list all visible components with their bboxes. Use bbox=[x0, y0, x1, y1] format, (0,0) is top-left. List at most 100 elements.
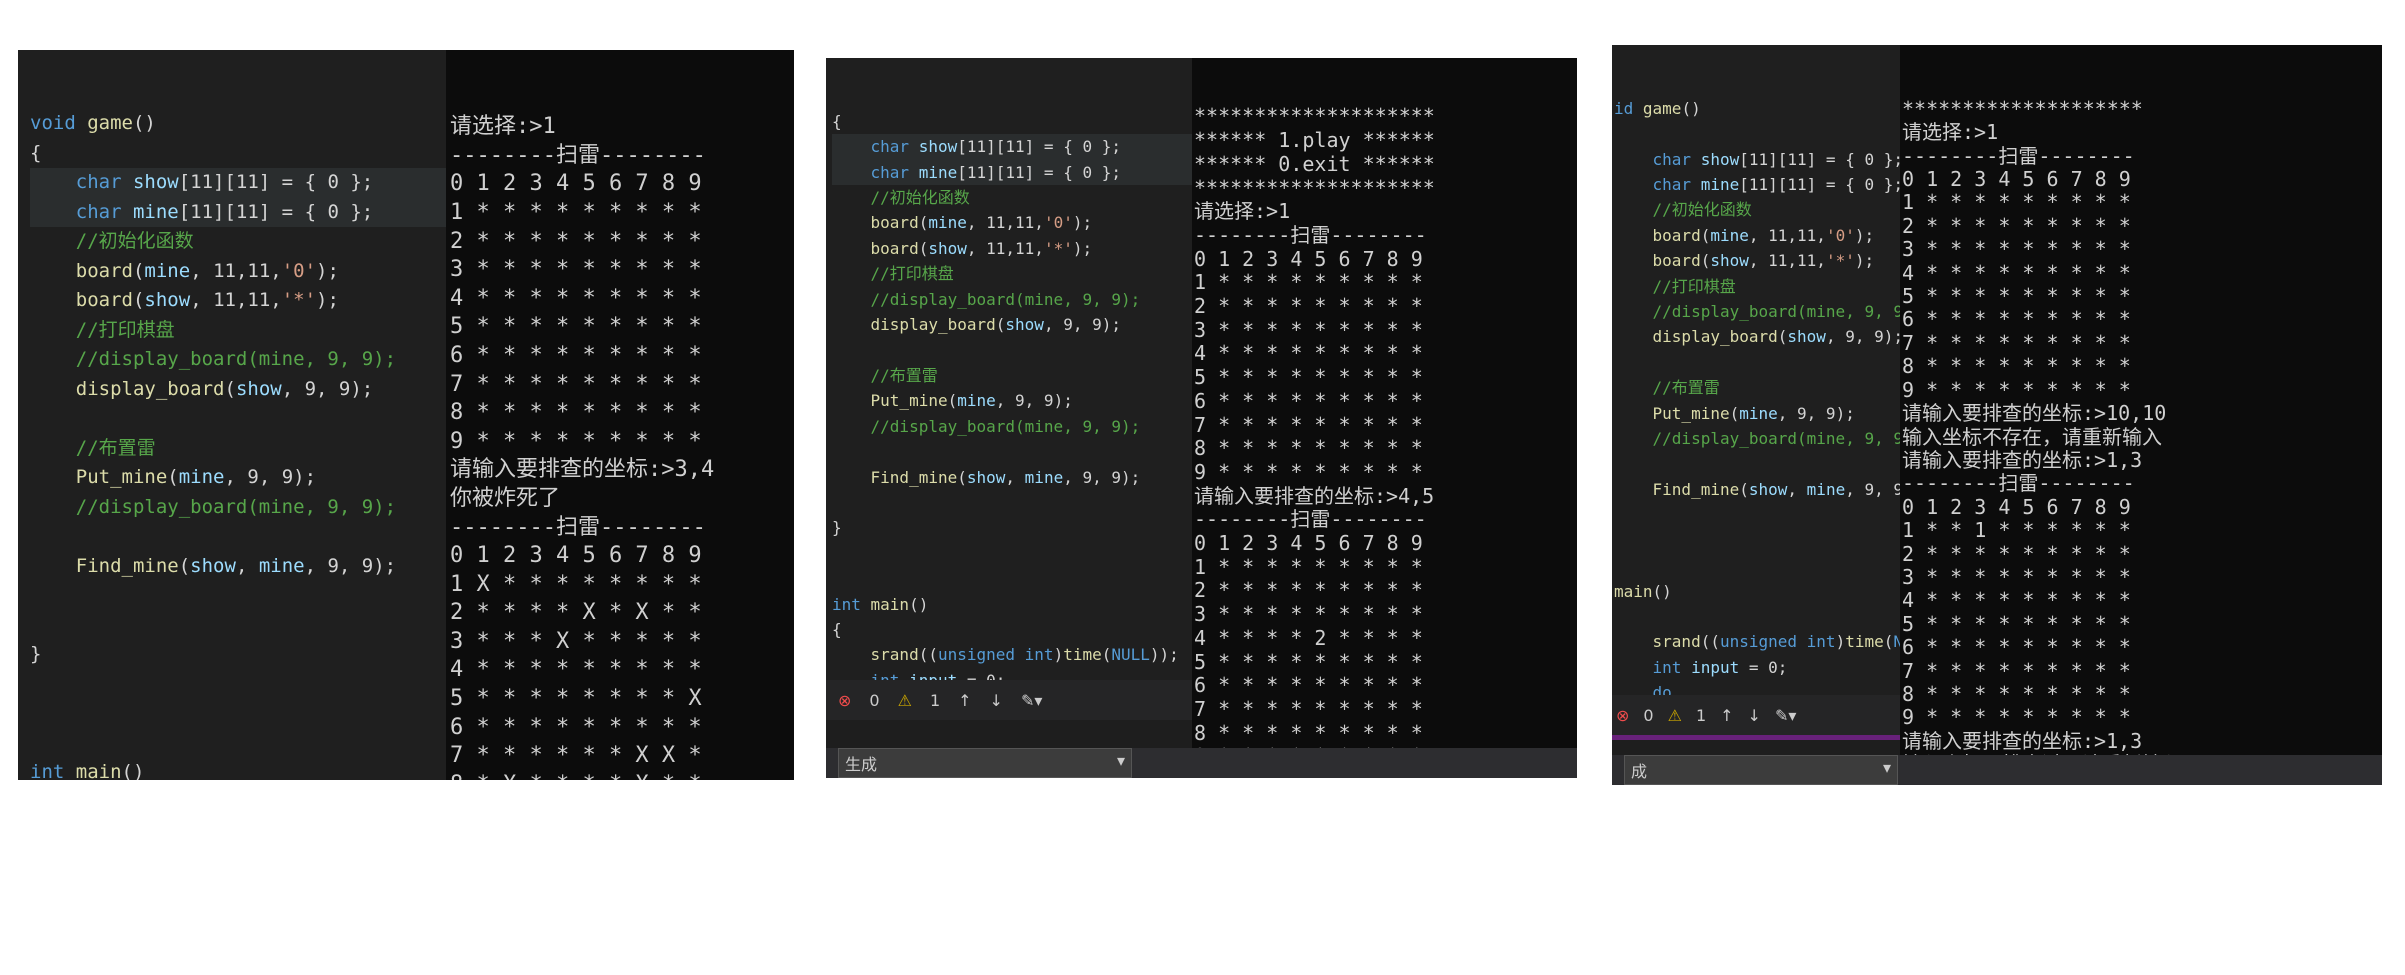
console-window-3[interactable]: ******************** 请选择:>1 --------扫雷----… bbox=[1900, 45, 2382, 755]
code-line[interactable]: do bbox=[1614, 680, 1900, 695]
output-source-select[interactable]: 成 ▾ bbox=[1624, 755, 1898, 785]
code-line[interactable]: //display_board(mine, 9, 9); bbox=[1614, 426, 1900, 451]
warning-icon[interactable]: ⚠ bbox=[1668, 706, 1682, 725]
code-line[interactable] bbox=[1614, 350, 1900, 375]
code-line[interactable]: //display_board(mine, 9, 9); bbox=[832, 414, 1192, 439]
code-line[interactable]: char show[11][11] = { 0 }; bbox=[1614, 147, 1900, 172]
code-line[interactable]: Find_mine(show, mine, 9, 9); bbox=[832, 465, 1192, 490]
code-line[interactable] bbox=[30, 581, 446, 611]
code-line[interactable]: char mine[11][11] = { 0 }; bbox=[30, 197, 446, 227]
code-line[interactable]: int input = 0; bbox=[832, 668, 1192, 680]
code-line[interactable]: int input = 0; bbox=[1614, 655, 1900, 680]
console-window-1[interactable]: 请选择:>1 --------扫雷-------- 0 1 2 3 4 5 6 7 … bbox=[446, 50, 794, 780]
code-line[interactable]: srand((unsigned int)time(NULL)); bbox=[832, 642, 1192, 667]
error-status-bar-2: ⊗ 0 ⚠ 1 ↑ ↓ ✎▾ bbox=[826, 680, 1192, 720]
code-line[interactable] bbox=[30, 699, 446, 729]
code-line[interactable] bbox=[1614, 528, 1900, 553]
code-line[interactable]: Put_mine(mine, 9, 9); bbox=[1614, 401, 1900, 426]
code-line[interactable]: board(show, 11,11,'*'); bbox=[30, 286, 446, 316]
code-line[interactable]: //初始化函数 bbox=[1614, 197, 1900, 222]
code-line[interactable]: board(show, 11,11,'*'); bbox=[832, 236, 1192, 261]
code-line[interactable]: display_board(show, 9, 9); bbox=[1614, 324, 1900, 349]
code-line[interactable]: //display_board(mine, 9, 9); bbox=[30, 345, 446, 375]
code-line[interactable]: //display_board(mine, 9, 9); bbox=[832, 287, 1192, 312]
code-line[interactable] bbox=[1614, 121, 1900, 146]
code-line[interactable]: { bbox=[30, 139, 446, 169]
code-line[interactable] bbox=[832, 439, 1192, 464]
code-editor-1[interactable]: void game(){ char show[11][11] = { 0 }; … bbox=[18, 50, 446, 780]
code-token: mine bbox=[258, 554, 305, 577]
code-line[interactable]: Find_mine(show, mine, 9, 9); bbox=[1614, 477, 1900, 502]
code-line[interactable]: char mine[11][11] = { 0 }; bbox=[832, 159, 1192, 186]
error-icon[interactable]: ⊗ bbox=[1616, 706, 1629, 725]
brush-icon[interactable]: ✎▾ bbox=[1775, 706, 1796, 725]
code-line[interactable]: Put_mine(mine, 9, 9); bbox=[832, 388, 1192, 413]
brush-icon[interactable]: ✎▾ bbox=[1021, 691, 1042, 710]
warning-icon[interactable]: ⚠ bbox=[898, 691, 912, 710]
code-line[interactable] bbox=[30, 729, 446, 759]
code-line[interactable]: display_board(show, 9, 9); bbox=[832, 312, 1192, 337]
code-editor-3[interactable]: id game() char show[11][11] = { 0 }; cha… bbox=[1612, 45, 1900, 695]
code-line[interactable]: //布置雷 bbox=[832, 363, 1192, 388]
code-line[interactable]: Find_mine(show, mine, 9, 9); bbox=[30, 552, 446, 582]
code-line[interactable]: void game() bbox=[30, 109, 446, 139]
code-line[interactable]: //打印棋盘 bbox=[30, 316, 446, 346]
code-line[interactable]: //布置雷 bbox=[30, 434, 446, 464]
code-token: display_board bbox=[75, 377, 225, 400]
console-window-2[interactable]: ******************** ****** 1.play ******… bbox=[1192, 58, 1577, 748]
console-line: 5 * * * * * * * * X bbox=[450, 686, 702, 712]
code-line[interactable] bbox=[1614, 553, 1900, 578]
arrow-down-icon[interactable]: ↓ bbox=[990, 691, 1003, 710]
code-line[interactable]: //display_board(mine, 9, 9); bbox=[30, 493, 446, 523]
console-line: 8 * * * * * * * * * bbox=[1194, 720, 1423, 745]
console-line: 8 * * * * * * * * * bbox=[1194, 436, 1423, 461]
code-token: int bbox=[30, 761, 76, 780]
console-line: 4 * * * * * * * * * bbox=[1902, 260, 2131, 285]
code-line[interactable]: //布置雷 bbox=[1614, 375, 1900, 400]
code-line[interactable]: board(show, 11,11,'*'); bbox=[1614, 248, 1900, 273]
code-line[interactable]: char show[11][11] = { 0 }; bbox=[30, 168, 446, 198]
code-line[interactable] bbox=[1614, 604, 1900, 629]
code-line[interactable]: char mine[11][11] = { 0 }; bbox=[1614, 172, 1900, 197]
code-line[interactable]: board(mine, 11,11,'0'); bbox=[30, 257, 446, 287]
error-icon[interactable]: ⊗ bbox=[838, 691, 851, 710]
code-token: //display_board(mine, 9, 9); bbox=[75, 348, 397, 370]
code-line[interactable]: int main() bbox=[832, 592, 1192, 617]
code-line[interactable]: main() bbox=[1614, 579, 1900, 604]
code-editor-2[interactable]: { char show[11][11] = { 0 }; char mine[1… bbox=[826, 58, 1192, 680]
code-line[interactable] bbox=[832, 337, 1192, 362]
code-line[interactable] bbox=[30, 522, 446, 552]
arrow-up-icon[interactable]: ↑ bbox=[958, 691, 971, 710]
code-line[interactable]: board(mine, 11,11,'0'); bbox=[1614, 223, 1900, 248]
code-line[interactable]: srand((unsigned int)time(NULL)) bbox=[1614, 629, 1900, 654]
code-line[interactable]: id game() bbox=[1614, 96, 1900, 121]
arrow-up-icon[interactable]: ↑ bbox=[1720, 706, 1733, 725]
code-line[interactable] bbox=[30, 611, 446, 641]
code-line[interactable] bbox=[832, 541, 1192, 566]
code-line[interactable]: //打印棋盘 bbox=[1614, 274, 1900, 299]
code-line[interactable] bbox=[30, 404, 446, 434]
arrow-down-icon[interactable]: ↓ bbox=[1748, 706, 1761, 725]
code-line[interactable]: { bbox=[832, 109, 1192, 134]
code-line[interactable]: } bbox=[832, 515, 1192, 540]
output-source-select[interactable]: 生成 ▾ bbox=[838, 748, 1132, 778]
code-line[interactable]: //display_board(mine, 9, 9); bbox=[1614, 299, 1900, 324]
code-line[interactable]: { bbox=[832, 617, 1192, 642]
code-line[interactable]: display_board(show, 9, 9); bbox=[30, 375, 446, 405]
code-line[interactable]: } bbox=[30, 640, 446, 670]
code-line[interactable]: //打印棋盘 bbox=[832, 261, 1192, 286]
console-line: ****** 1.play ****** bbox=[1194, 128, 1435, 153]
code-line[interactable]: int main() bbox=[30, 758, 446, 780]
code-line[interactable]: Put_mine(mine, 9, 9); bbox=[30, 463, 446, 493]
code-line[interactable] bbox=[1614, 452, 1900, 477]
code-line[interactable]: //初始化函数 bbox=[832, 185, 1192, 210]
code-line[interactable]: board(mine, 11,11,'0'); bbox=[832, 210, 1192, 235]
code-line[interactable] bbox=[30, 670, 446, 700]
code-line[interactable]: //初始化函数 bbox=[30, 227, 446, 257]
code-line[interactable]: char show[11][11] = { 0 }; bbox=[832, 134, 1192, 160]
code-line[interactable] bbox=[832, 566, 1192, 591]
code-line[interactable] bbox=[1614, 502, 1900, 527]
code-line[interactable] bbox=[832, 490, 1192, 515]
